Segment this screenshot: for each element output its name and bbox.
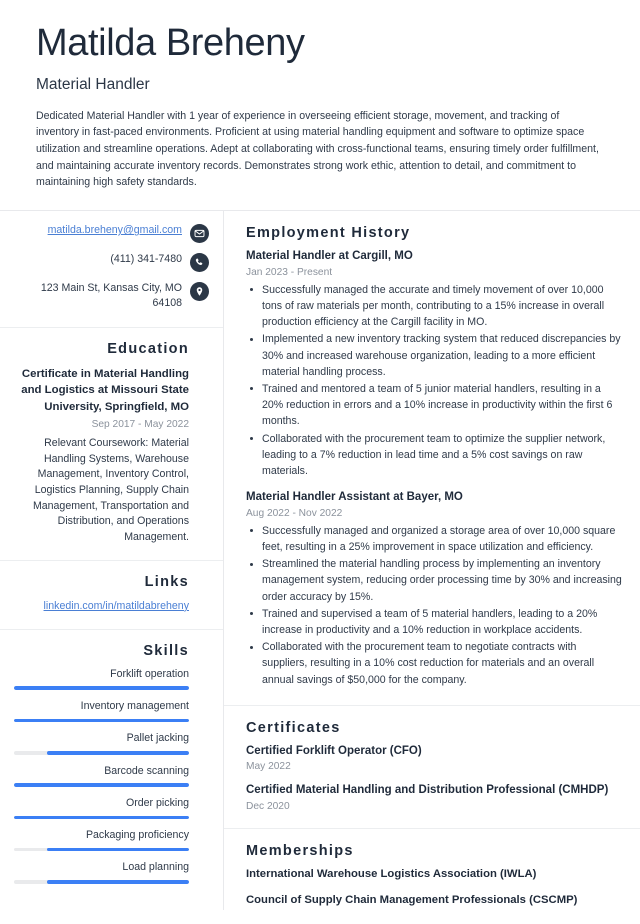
skill-progress-track <box>14 847 189 852</box>
skill-label: Inventory management <box>80 699 189 712</box>
professional-summary: Dedicated Material Handler with 1 year o… <box>36 109 599 189</box>
skill-item: Pallet jacking <box>14 732 189 755</box>
link-linkedin[interactable]: linkedin.com/in/matildabreheny <box>14 599 189 615</box>
certificate-title: Certified Material Handling and Distribu… <box>246 784 609 797</box>
skill-label: Order picking <box>126 796 189 809</box>
skill-label: Load planning <box>122 861 189 874</box>
skill-progress-fill <box>47 880 189 884</box>
map-pin-icon <box>190 282 209 302</box>
employment-section: Employment History Material Handler at C… <box>224 211 640 706</box>
skill-label: Barcode scanning <box>104 764 189 777</box>
skill-progress-track <box>14 751 189 755</box>
employment-entry: Material Handler Assistant at Bayer, MO A… <box>246 490 624 688</box>
membership-item: International Warehouse Logistics Associ… <box>246 867 537 880</box>
employment-list: Material Handler at Cargill, MO Jan 2023 … <box>246 249 624 688</box>
skill-item: Barcode scanning <box>14 765 189 787</box>
employment-bullet: Trained and supervised a team of 5 mater… <box>246 606 624 638</box>
employment-bullet: Implemented a new inventory tracking sys… <box>246 331 624 380</box>
employment-entry-title: Material Handler at Cargill, MO <box>246 250 413 263</box>
skill-item: Inventory management <box>14 699 189 723</box>
skill-item: Load planning <box>14 861 189 884</box>
certificate-entry: Certified Material Handling and Distribu… <box>246 783 624 812</box>
skill-progress-track <box>14 718 189 723</box>
education-degree: Certificate in Material Handling and Log… <box>21 368 189 413</box>
skill-progress-fill <box>14 686 189 690</box>
skill-label: Packaging proficiency <box>85 829 189 842</box>
skill-item: Packaging proficiency <box>14 829 189 852</box>
resume-body: matilda.breheny@gmail.com (411) 341-7480… <box>0 210 640 924</box>
certificate-entry: Certified Forklift Operator (CFO) May 202… <box>246 744 624 773</box>
skill-progress-track <box>14 880 189 884</box>
employment-bullet: Trained and mentored a team of 5 junior … <box>246 381 624 430</box>
education-heading: Education <box>107 341 189 358</box>
employment-bullet: Successfully managed and organized a sto… <box>246 523 624 555</box>
certificate-date: Dec 2020 <box>246 800 290 812</box>
employment-entry-date: Aug 2022 - Nov 2022 <box>246 507 343 519</box>
skills-section: Skills Forklift operation Inventory manag… <box>0 630 223 900</box>
skill-progress-track <box>14 686 189 690</box>
employment-bullet-list: Successfully managed and organized a sto… <box>246 523 624 688</box>
employment-bullet: Collaborated with the procurement team t… <box>246 639 624 688</box>
phone-value: (411) 341-7480 <box>110 253 182 266</box>
phone-icon <box>190 253 209 273</box>
certificate-date: May 2022 <box>246 761 291 773</box>
skill-progress-fill <box>47 751 189 755</box>
memberships-section: Memberships International Warehouse Logi… <box>224 829 640 924</box>
resume-header: Matilda Breheny Material Handler Dedicat… <box>0 0 640 191</box>
membership-item: Council of Supply Chain Management Profe… <box>246 894 578 906</box>
skill-progress-track <box>14 815 189 820</box>
certificates-section: Certificates Certified Forklift Operator… <box>224 706 640 829</box>
contact-address-row[interactable]: 123 Main St, Kansas City, MO 64108 <box>14 281 209 311</box>
main-content: Employment History Material Handler at C… <box>224 210 640 924</box>
employment-entry-title: Material Handler Assistant at Bayer, MO <box>246 491 463 504</box>
skill-progress-fill <box>47 847 189 852</box>
employment-bullet: Streamlined the material handling proces… <box>246 556 624 605</box>
memberships-list: International Warehouse Logistics Associ… <box>246 867 624 909</box>
skills-list: Forklift operation Inventory management Pa… <box>14 668 189 884</box>
skill-progress-fill <box>14 815 189 820</box>
page-title: Matilda Breheny <box>36 22 305 64</box>
employment-bullet-list: Successfully managed the accurate and ti… <box>246 282 624 479</box>
skills-heading: Skills <box>143 642 189 659</box>
skill-item: Order picking <box>14 796 189 820</box>
contact-email-row[interactable]: matilda.breheny@gmail.com <box>14 223 209 244</box>
contact-section: matilda.breheny@gmail.com (411) 341-7480… <box>0 211 223 329</box>
memberships-heading: Memberships <box>246 842 354 859</box>
certificates-heading: Certificates <box>246 719 341 736</box>
envelope-icon <box>190 224 209 244</box>
certificates-list: Certified Forklift Operator (CFO) May 202… <box>246 744 624 812</box>
skill-progress-track <box>14 783 189 787</box>
contact-phone-row[interactable]: (411) 341-7480 <box>14 252 209 273</box>
links-heading: Links <box>144 573 189 590</box>
skill-label: Forklift operation <box>110 667 189 680</box>
employment-entry-date: Jan 2023 - Present <box>246 266 333 278</box>
address-value: 123 Main St, Kansas City, MO 64108 <box>40 282 182 310</box>
education-date: Sep 2017 - May 2022 <box>91 418 189 430</box>
job-title: Material Handler <box>36 75 150 93</box>
sidebar: matilda.breheny@gmail.com (411) 341-7480… <box>0 210 224 911</box>
skill-label: Pallet jacking <box>126 732 189 745</box>
employment-bullet: Successfully managed the accurate and ti… <box>246 282 624 331</box>
skill-progress-fill <box>14 783 189 787</box>
education-section: Education Certificate in Material Handli… <box>0 328 223 561</box>
employment-entry: Material Handler at Cargill, MO Jan 2023 … <box>246 249 624 479</box>
links-section: Links linkedin.com/in/matildabreheny <box>0 561 223 630</box>
education-description: Relevant Coursework: Material Handling S… <box>32 437 189 544</box>
skill-progress-fill <box>14 718 189 723</box>
employment-bullet: Collaborated with the procurement team t… <box>246 431 624 480</box>
certificate-title: Certified Forklift Operator (CFO) <box>246 744 422 757</box>
email-value[interactable]: matilda.breheny@gmail.com <box>48 223 182 238</box>
employment-heading: Employment History <box>246 225 411 242</box>
skill-item: Forklift operation <box>14 668 189 690</box>
